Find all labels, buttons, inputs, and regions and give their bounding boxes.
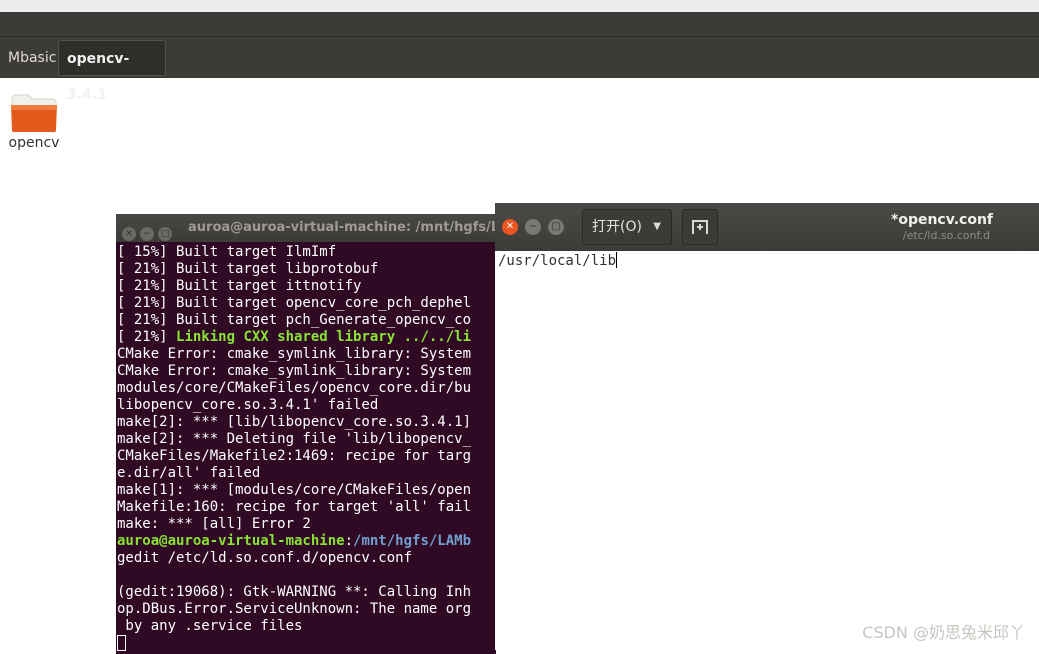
minimize-icon[interactable]: − (140, 227, 154, 241)
header-divider (0, 36, 1039, 37)
terminal-line: [ 21%] Built target ittnotify (117, 278, 496, 295)
terminal-line: [ 21%] Linking CXX shared library ../../… (117, 329, 496, 346)
terminal-line: auroa@auroa-virtual-machine:/mnt/hgfs/LA… (117, 533, 496, 550)
close-icon[interactable]: ✕ (502, 219, 518, 235)
terminal-text: gedit /etc/ld.so.conf.d/opencv.conf (117, 550, 413, 566)
text-cursor (616, 252, 618, 268)
folder-icon (11, 94, 57, 132)
terminal-text: make: *** [all] Error 2 (117, 516, 311, 532)
terminal-text: [ 21%] Built target ittnotify (117, 278, 362, 294)
terminal-text: make[2]: *** [lib/libopencv_core.so.3.4.… (117, 414, 472, 430)
terminal-line: make[2]: *** Deleting file 'lib/libopenc… (117, 431, 496, 448)
terminal-text: [ 21%] Built target libprotobuf (117, 261, 379, 277)
new-document-button[interactable] (682, 209, 718, 245)
terminal-titlebar[interactable]: ✕ − □ auroa@auroa-virtual-machine: /mnt/hg… (116, 214, 496, 242)
terminal-text: libopencv_core.so.3.4.1' failed (117, 397, 379, 413)
terminal-text: CMake Error: cmake_symlink_library: Syst… (117, 363, 472, 379)
terminal-window[interactable]: ✕ − □ auroa@auroa-virtual-machine: /mnt/hg… (116, 214, 496, 654)
terminal-text: [ 21%] Built target opencv_core_pch_deph… (117, 295, 472, 311)
terminal-line: [ 21%] Built target libprotobuf (117, 261, 496, 278)
terminal-line: [ 21%] Built target pch_Generate_opencv_… (117, 312, 496, 329)
terminal-line: [ 21%] Built target opencv_core_pch_deph… (117, 295, 496, 312)
new-tab-icon (692, 220, 708, 234)
terminal-text: (gedit:19068): Gtk-WARNING **: Calling I… (117, 584, 472, 600)
minimize-icon[interactable]: − (525, 219, 541, 235)
terminal-line: (gedit:19068): Gtk-WARNING **: Calling I… (117, 584, 496, 601)
terminal-line: CMake Error: cmake_symlink_library: Syst… (117, 346, 496, 363)
chevron-down-icon: ▼ (653, 221, 661, 232)
top-bar (0, 0, 1039, 12)
terminal-text: Linking CXX shared library ../../li (176, 329, 472, 345)
terminal-line: e.dir/all' failed (117, 465, 496, 482)
terminal-line: make: *** [all] Error 2 (117, 516, 496, 533)
document-title: *opencv.conf (891, 212, 993, 228)
terminal-text: [ 15%] Built target IlmImf (117, 244, 337, 260)
terminal-line: make[1]: *** [modules/core/CMakeFiles/op… (117, 482, 496, 499)
text-editor[interactable]: /usr/local/lib (498, 252, 618, 270)
terminal-text: [ 21%] (117, 329, 177, 345)
terminal-text: : (344, 533, 354, 549)
terminal-text: CMake Error: cmake_symlink_library: Syst… (117, 346, 472, 362)
maximize-icon[interactable]: □ (158, 227, 172, 241)
terminal-line: libopencv_core.so.3.4.1' failed (117, 397, 496, 414)
terminal-line: modules/core/CMakeFiles/opencv_core.dir/… (117, 380, 496, 397)
folder-item[interactable] (8, 93, 60, 137)
terminal-text: [ 21%] Built target pch_Generate_opencv_… (117, 312, 472, 328)
terminal-line: by any .service files (117, 618, 496, 635)
terminal-line: CMakeFiles/Makefile2:1469: recipe for ta… (117, 448, 496, 465)
gedit-window[interactable]: ✕ − □ 打开(O) ▼ *opencv.conf /etc/ld.so.co… (495, 203, 1039, 650)
terminal-cursor (117, 635, 126, 651)
terminal-text: /mnt/hgfs/LAMb (353, 533, 472, 549)
terminal-text: make[2]: *** Deleting file 'lib/libopenc… (117, 431, 472, 447)
terminal-text: by any .service files (117, 618, 303, 634)
breadcrumb-parent[interactable]: Mbasics (0, 40, 56, 76)
terminal-title: auroa@auroa-virtual-machine: /mnt/hgfs/L… (188, 220, 496, 235)
terminal-text: Makefile:160: recipe for target 'all' fa… (117, 499, 472, 515)
breadcrumb-current[interactable]: opencv-3.4.1 (58, 40, 166, 103)
terminal-text: modules/core/CMakeFiles/opencv_core.dir/… (117, 380, 472, 396)
terminal-line: CMake Error: cmake_symlink_library: Syst… (117, 363, 496, 380)
terminal-prompt-line (117, 635, 496, 652)
terminal-line: op.DBus.Error.ServiceUnknown: The name o… (117, 601, 496, 618)
open-button-label: 打开(O) (592, 219, 642, 235)
terminal-output[interactable]: [ 15%] Built target IlmImf[ 21%] Built t… (117, 244, 496, 654)
watermark: CSDN @奶思兔米邱丫 (862, 623, 1025, 642)
gedit-headerbar: ✕ − □ 打开(O) ▼ *opencv.conf /etc/ld.so.co… (495, 203, 1039, 251)
terminal-text: make[1]: *** [modules/core/CMakeFiles/op… (117, 482, 472, 498)
terminal-line: make[2]: *** [lib/libopencv_core.so.3.4.… (117, 414, 496, 431)
document-path: /etc/ld.so.conf.d (902, 229, 990, 242)
editor-content: /usr/local/lib (498, 253, 617, 269)
folder-label: opencv (8, 135, 60, 151)
terminal-line: Makefile:160: recipe for target 'all' fa… (117, 499, 496, 516)
terminal-line: gedit /etc/ld.so.conf.d/opencv.conf (117, 550, 496, 567)
terminal-text: auroa@auroa-virtual-machine (117, 533, 345, 549)
terminal-text: CMakeFiles/Makefile2:1469: recipe for ta… (117, 448, 472, 464)
terminal-text: e.dir/all' failed (117, 465, 261, 481)
terminal-line: [ 15%] Built target IlmImf (117, 244, 496, 261)
maximize-icon[interactable]: □ (548, 219, 564, 235)
close-icon[interactable]: ✕ (122, 227, 136, 241)
terminal-text: op.DBus.Error.ServiceUnknown: The name o… (117, 601, 472, 617)
open-button[interactable]: 打开(O) ▼ (582, 209, 672, 245)
